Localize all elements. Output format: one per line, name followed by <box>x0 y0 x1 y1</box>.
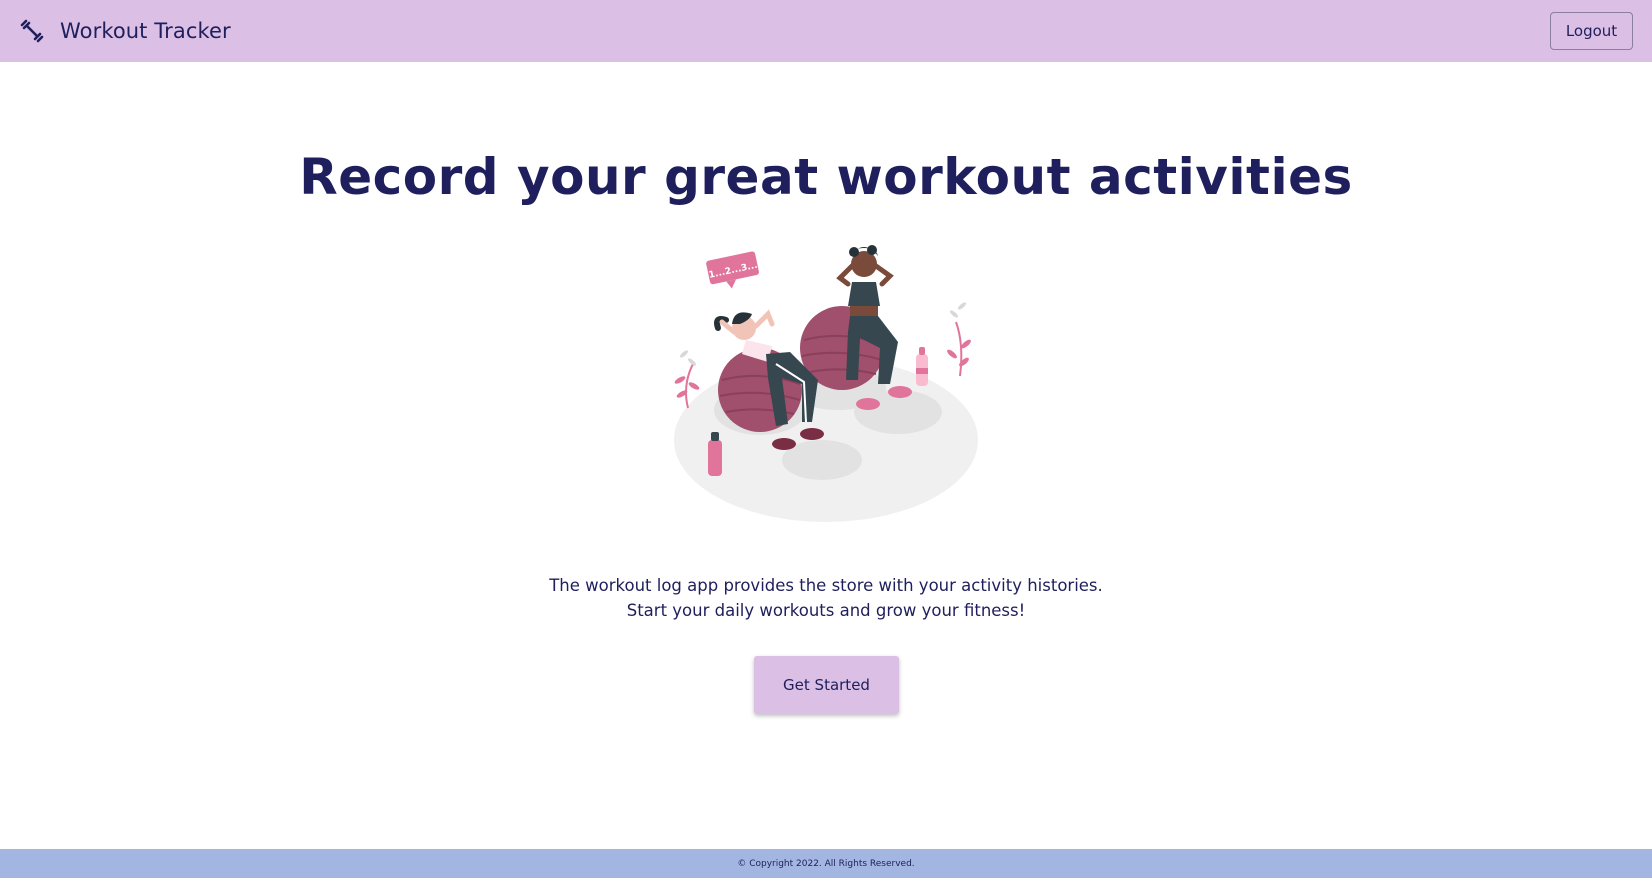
dumbbell-icon <box>20 19 44 43</box>
workout-illustration: 1...2...3... <box>664 244 988 526</box>
description-line-2: Start your daily workouts and grow your … <box>626 601 1026 620</box>
hero-description: The workout log app provides the store w… <box>0 573 1652 623</box>
logout-button[interactable]: Logout <box>1550 12 1633 50</box>
copyright-text: © Copyright 2022. All Rights Reserved. <box>737 858 915 869</box>
brand-name: Workout Tracker <box>60 19 231 43</box>
footer: © Copyright 2022. All Rights Reserved. <box>0 849 1652 878</box>
brand[interactable]: Workout Tracker <box>20 19 231 43</box>
description-line-1: The workout log app provides the store w… <box>549 576 1103 595</box>
hero-title: Record your great workout activities <box>299 148 1353 206</box>
get-started-button[interactable]: Get Started <box>754 656 899 714</box>
navbar: Workout Tracker Logout <box>0 0 1652 62</box>
